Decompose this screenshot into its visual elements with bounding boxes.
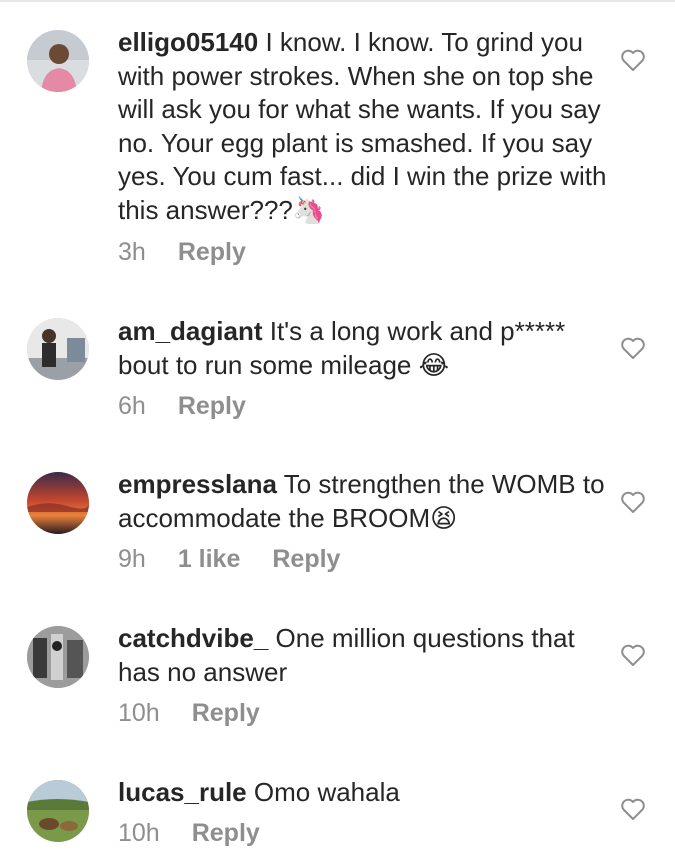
heart-outline-icon[interactable] xyxy=(620,643,646,667)
avatar-image xyxy=(27,30,89,92)
comment-username[interactable]: catchdvibe_ xyxy=(118,623,268,653)
comment-time: 9h xyxy=(118,545,146,573)
avatar[interactable] xyxy=(27,318,89,380)
avatar[interactable] xyxy=(27,472,89,534)
comment-time: 10h xyxy=(118,699,160,727)
comment-time: 6h xyxy=(118,392,146,420)
comment-username[interactable]: am_dagiant xyxy=(118,316,263,346)
comment-text-block: am_dagiant It's a long work and p***** b… xyxy=(118,315,608,383)
top-divider xyxy=(0,0,675,2)
reply-button[interactable]: Reply xyxy=(178,238,246,267)
avatar-image xyxy=(27,626,89,688)
reply-button[interactable]: Reply xyxy=(192,699,260,728)
comment-time: 10h xyxy=(118,819,160,847)
avatar[interactable] xyxy=(27,780,89,842)
comment-text-block: empresslana To strengthen the WOMB to ac… xyxy=(118,468,608,536)
heart-outline-icon[interactable] xyxy=(620,48,646,72)
avatar[interactable] xyxy=(27,626,89,688)
comment-text-block: elligo05140 I know. I know. To grind you… xyxy=(118,26,608,228)
comment-meta: 10h Reply xyxy=(118,819,260,848)
reply-button[interactable]: Reply xyxy=(272,545,340,574)
heart-outline-icon[interactable] xyxy=(620,797,646,821)
comment-time: 3h xyxy=(118,238,146,266)
comment-meta: 6h Reply xyxy=(118,392,246,421)
comment-body: Omo wahala xyxy=(253,777,400,807)
comment-text-block: catchdvibe_ One million questions that h… xyxy=(118,622,608,689)
heart-outline-icon[interactable] xyxy=(620,490,646,514)
comment-username[interactable]: lucas_rule xyxy=(118,777,247,807)
comment-meta: 10h Reply xyxy=(118,699,260,728)
comment-username[interactable]: empresslana xyxy=(118,469,277,499)
likes-count[interactable]: 1 like xyxy=(178,545,241,574)
unicorn-emoji: 🦄 xyxy=(292,195,326,226)
comment-text-block: lucas_rule Omo wahala xyxy=(118,776,608,810)
comment-meta: 3h Reply xyxy=(118,238,246,267)
heart-outline-icon[interactable] xyxy=(620,336,646,360)
reply-button[interactable]: Reply xyxy=(178,392,246,421)
reply-button[interactable]: Reply xyxy=(192,819,260,848)
laughing-emoji: 😂 xyxy=(418,350,450,381)
tired-face-emoji: 😫 xyxy=(430,503,458,534)
avatar-image xyxy=(27,472,89,534)
avatar[interactable] xyxy=(27,30,89,92)
comment-username[interactable]: elligo05140 xyxy=(118,27,258,57)
avatar-image xyxy=(27,780,89,842)
avatar-image xyxy=(27,318,89,380)
comment-meta: 9h 1 like Reply xyxy=(118,545,340,574)
